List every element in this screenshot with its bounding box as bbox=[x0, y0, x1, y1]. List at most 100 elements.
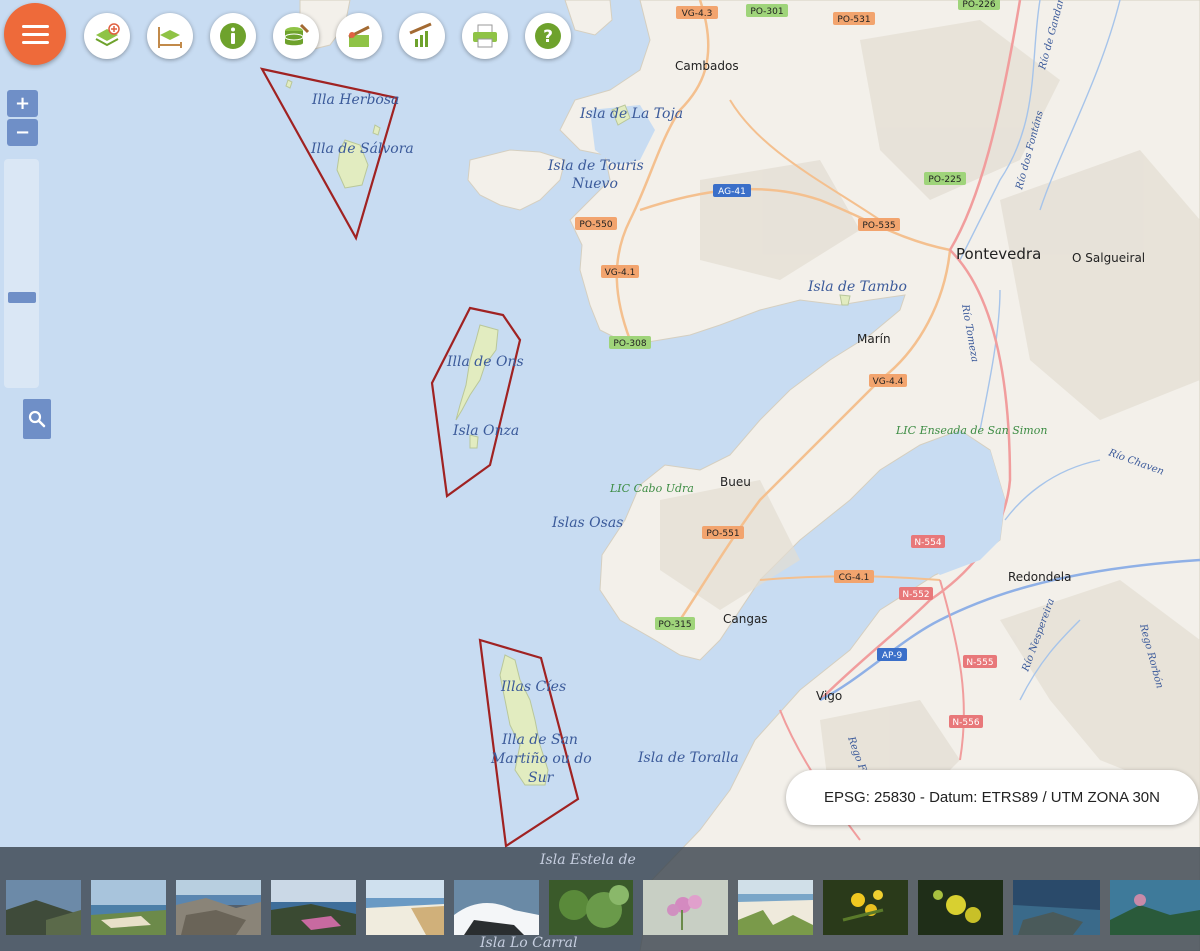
svg-text:VG-4.4: VG-4.4 bbox=[873, 377, 904, 387]
info-button[interactable] bbox=[210, 13, 256, 59]
road-vg44: VG-4.4 bbox=[869, 374, 907, 387]
road-po225: PO-225 bbox=[924, 172, 966, 185]
road-po550: PO-550 bbox=[575, 217, 617, 230]
road-ap9: AP-9 bbox=[877, 648, 907, 661]
svg-text:CG-4.1: CG-4.1 bbox=[839, 573, 870, 583]
svg-text:AP-9: AP-9 bbox=[882, 651, 903, 661]
city-salgueiral: O Salgueiral bbox=[1072, 251, 1145, 265]
help-icon: ? bbox=[535, 23, 561, 49]
road-po531: PO-531 bbox=[833, 12, 875, 25]
road-n555: N-555 bbox=[963, 655, 997, 668]
help-button[interactable]: ? bbox=[525, 13, 571, 59]
add-layer-button[interactable] bbox=[84, 13, 130, 59]
database-button[interactable] bbox=[273, 13, 319, 59]
svg-text:N-554: N-554 bbox=[914, 538, 941, 548]
city-vigo: Vigo bbox=[816, 689, 842, 703]
svg-text:?: ? bbox=[543, 27, 553, 47]
info-icon bbox=[220, 23, 246, 49]
label-isla-carral: Isla Lo Carral bbox=[480, 935, 578, 951]
label-isla-estela: Isla Estela de bbox=[540, 852, 636, 868]
svg-text:VG-4.1: VG-4.1 bbox=[605, 268, 636, 278]
city-cangas: Cangas bbox=[723, 612, 768, 626]
svg-text:PO-550: PO-550 bbox=[579, 220, 612, 230]
draw-button[interactable] bbox=[336, 13, 382, 59]
photo-thumbnail[interactable] bbox=[454, 880, 539, 935]
label-isla-touris: Isla de Touris bbox=[547, 158, 644, 174]
photo-thumbnail[interactable] bbox=[91, 880, 166, 935]
svg-text:PO-308: PO-308 bbox=[613, 339, 646, 349]
photo-thumbnail[interactable] bbox=[271, 880, 356, 935]
road-po226: PO-226 bbox=[958, 0, 1000, 10]
label-illa-san-martino: Illa de San bbox=[501, 732, 578, 748]
road-po308: PO-308 bbox=[609, 336, 651, 349]
photo-thumbnail[interactable] bbox=[1013, 880, 1100, 935]
label-islas-osas: Islas Osas bbox=[551, 515, 623, 531]
search-icon bbox=[28, 410, 46, 428]
photo-thumbnail[interactable] bbox=[366, 880, 444, 935]
svg-text:N-556: N-556 bbox=[952, 718, 979, 728]
zoom-in-button[interactable]: + bbox=[7, 90, 38, 117]
search-button[interactable] bbox=[23, 399, 51, 439]
label-isla-touris-2: Nuevo bbox=[571, 176, 618, 192]
city-redondela: Redondela bbox=[1008, 570, 1071, 584]
road-vg43: VG-4.3 bbox=[676, 6, 718, 19]
label-isla-onza: Isla Onza bbox=[452, 423, 519, 439]
photo-thumbnail[interactable] bbox=[176, 880, 261, 935]
measure-button[interactable] bbox=[147, 13, 193, 59]
label-isla-tambo: Isla de Tambo bbox=[807, 279, 907, 295]
zoom-slider[interactable] bbox=[4, 159, 39, 388]
zoom-out-button[interactable]: − bbox=[7, 119, 38, 146]
label-illa-salvora: Illa de Sálvora bbox=[310, 141, 414, 157]
road-n552: N-552 bbox=[899, 587, 933, 600]
road-ag41: AG-41 bbox=[713, 184, 751, 197]
svg-text:PO-535: PO-535 bbox=[862, 221, 895, 231]
photo-thumbnail[interactable] bbox=[643, 880, 728, 935]
zoom-slider-handle[interactable] bbox=[8, 292, 36, 303]
label-isla-la-toja: Isla de La Toja bbox=[579, 106, 683, 122]
statistics-button[interactable] bbox=[399, 13, 445, 59]
photo-thumbnail[interactable] bbox=[549, 880, 633, 935]
layers-add-icon bbox=[95, 23, 120, 47]
road-po551: PO-551 bbox=[702, 526, 744, 539]
svg-text:PO-315: PO-315 bbox=[658, 620, 691, 630]
photo-gallery[interactable]: Isla Estela de Isla Lo Carral bbox=[0, 847, 1200, 951]
ruler-icon bbox=[158, 27, 182, 48]
label-illa-herbosa: Illa Herbosa bbox=[311, 92, 399, 108]
photo-thumbnail[interactable] bbox=[6, 880, 81, 935]
label-isla-toralla: Isla de Toralla bbox=[637, 750, 739, 766]
photo-thumbnail[interactable] bbox=[738, 880, 813, 935]
city-cambados: Cambados bbox=[675, 59, 739, 73]
projection-info: EPSG: 25830 - Datum: ETRS89 / UTM ZONA 3… bbox=[786, 770, 1198, 825]
photo-thumbnail[interactable] bbox=[823, 880, 908, 935]
road-vg41: VG-4.1 bbox=[601, 265, 639, 278]
zoom-control: + − bbox=[7, 90, 38, 146]
label-illa-ons: Illa de Ons bbox=[446, 354, 524, 370]
svg-text:PO-226: PO-226 bbox=[962, 0, 995, 10]
svg-text:AG-41: AG-41 bbox=[718, 187, 746, 197]
road-cg41: CG-4.1 bbox=[834, 570, 874, 583]
photo-thumbnail[interactable] bbox=[918, 880, 1003, 935]
svg-text:N-552: N-552 bbox=[902, 590, 929, 600]
svg-text:VG-4.3: VG-4.3 bbox=[682, 9, 713, 19]
label-illa-san-martino-3: Sur bbox=[528, 770, 555, 786]
svg-text:N-555: N-555 bbox=[966, 658, 993, 668]
city-bueu: Bueu bbox=[720, 475, 751, 489]
database-icon bbox=[284, 23, 310, 46]
road-po315: PO-315 bbox=[655, 617, 695, 630]
draw-icon bbox=[348, 25, 370, 47]
print-button[interactable] bbox=[462, 13, 508, 59]
road-n554: N-554 bbox=[911, 535, 945, 548]
road-po301: PO-301 bbox=[746, 4, 788, 17]
photo-thumbnail[interactable] bbox=[1110, 880, 1200, 935]
city-pontevedra: Pontevedra bbox=[956, 245, 1041, 263]
svg-text:PO-301: PO-301 bbox=[750, 7, 783, 17]
chart-icon bbox=[409, 22, 432, 47]
printer-icon bbox=[473, 24, 497, 48]
svg-text:PO-551: PO-551 bbox=[706, 529, 739, 539]
label-lic-cabo-udra: LIC Cabo Udra bbox=[609, 482, 694, 495]
label-lic-san-simon: LIC Enseada de San Simon bbox=[895, 424, 1047, 437]
main-menu-button[interactable] bbox=[4, 3, 66, 65]
svg-text:PO-531: PO-531 bbox=[837, 15, 870, 25]
label-illas-cies: Illas Cíes bbox=[500, 679, 566, 695]
road-n556: N-556 bbox=[949, 715, 983, 728]
